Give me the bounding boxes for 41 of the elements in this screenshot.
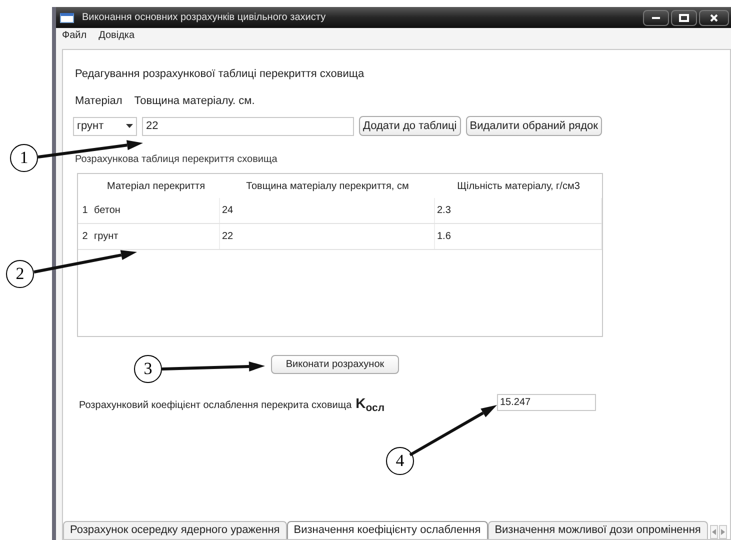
table-action-button[interactable]: Видалити обраний рядок	[466, 116, 602, 136]
table-cell: 24	[220, 198, 435, 223]
scroll-arrow-button[interactable]	[710, 525, 718, 539]
minimize-icon	[652, 16, 660, 20]
minimize-button[interactable]	[643, 10, 669, 26]
table-cell: грунт	[92, 224, 220, 249]
table-title: Розрахункова таблиця перекриття сховища	[75, 153, 278, 167]
callout-number: 1	[10, 144, 38, 172]
app-icon	[60, 12, 74, 22]
row-number: 2	[81, 230, 89, 244]
coefficient-symbol: K$_{осл}$	[356, 396, 385, 410]
menu-item[interactable]: Файл	[62, 28, 87, 43]
table-cell: 2.3	[435, 198, 602, 223]
scroll-arrow-button[interactable]	[718, 525, 727, 539]
column-header[interactable]: Товщина матеріалу перекриття, см	[220, 178, 435, 194]
table-cell: 22	[220, 224, 435, 249]
result-label: Розрахунковий коефіцієнт ослаблення перекрита сховища	[79, 399, 352, 413]
material-dropdown[interactable]: грунт	[73, 116, 137, 136]
result-field[interactable]: 15.247	[497, 394, 596, 411]
tab[interactable]: Визначення можливої дози опромінення	[488, 521, 708, 539]
maximize-button[interactable]	[671, 10, 697, 26]
window-title: Виконання основних розрахунків цивільного захисту	[82, 11, 327, 25]
field-label: Товщина матеріалу. см.	[134, 94, 255, 108]
field-label: Матеріал	[75, 94, 122, 108]
close-button[interactable]	[699, 10, 729, 26]
table-action-button[interactable]: Додати до таблиці	[359, 116, 461, 136]
row-number: 1	[81, 204, 89, 218]
table-cell: бетон	[92, 198, 220, 223]
callout-number: 2	[6, 260, 34, 288]
section-heading: Редагування розрахункової таблиці перекриття сховища	[75, 67, 366, 82]
close-icon	[709, 12, 719, 22]
calculate-button[interactable]: Виконати розрахунок	[271, 355, 399, 374]
thickness-field[interactable]: 22	[142, 116, 354, 136]
column-header[interactable]: Щільність матеріалу, г/см3	[435, 178, 602, 194]
table-cell: 1.6	[435, 224, 602, 249]
tab[interactable]: Розрахунок осередку ядерного ураження	[63, 521, 287, 539]
caret-icon	[126, 124, 133, 128]
tab[interactable]: Визначення коефіцієнту ослаблення	[286, 521, 488, 539]
column-header[interactable]: Матеріал перекриття	[92, 178, 220, 194]
menu-item[interactable]: Довідка	[98, 28, 135, 43]
maximize-icon	[679, 14, 689, 22]
